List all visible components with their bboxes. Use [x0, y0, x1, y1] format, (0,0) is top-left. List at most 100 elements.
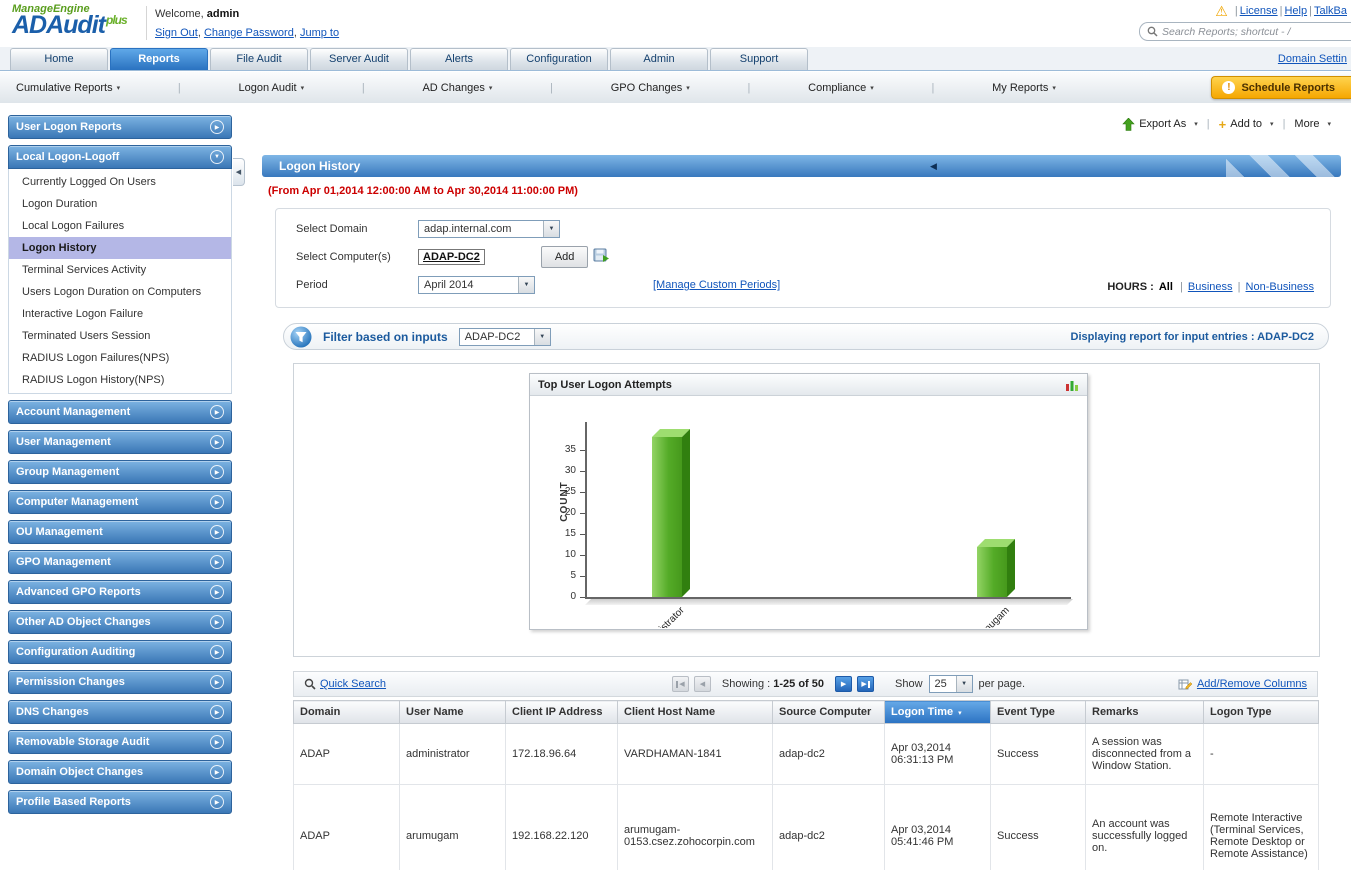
tab-alerts[interactable]: Alerts [410, 48, 508, 70]
next-page-button[interactable]: ▶ [835, 676, 853, 692]
more-button[interactable]: More ▾ [1294, 118, 1331, 130]
column-header-logon-type[interactable]: Logon Type [1203, 700, 1319, 724]
sidebar-section-user-logon-reports[interactable]: User Logon Reports ▶ [8, 115, 232, 139]
sidebar-item-terminated-users-session[interactable]: Terminated Users Session [9, 325, 231, 347]
previous-page-button[interactable]: ◀ [693, 676, 711, 692]
page-size-select[interactable]: 25 ▼ [928, 675, 973, 693]
sidebar-item-logon-history[interactable]: Logon History [9, 237, 231, 259]
sidebar-section-local-logon-logoff[interactable]: Local Logon-Logoff ▼ [8, 145, 232, 169]
domain-select[interactable]: adap.internal.com ▼ [418, 220, 560, 238]
sidebar-section-dns-changes[interactable]: DNS Changes ▶ [8, 700, 232, 724]
page-size-group: Show 25 ▼ per page. [895, 675, 1025, 693]
sidebar-item-users-logon-duration-on-computers[interactable]: Users Logon Duration on Computers [9, 281, 231, 303]
table-cell: ADAP [293, 784, 400, 870]
sidebar-section-permission-changes[interactable]: Permission Changes ▶ [8, 670, 232, 694]
sidebar-section-profile-based-reports[interactable]: Profile Based Reports ▶ [8, 790, 232, 814]
hours-non-business-link[interactable]: Non-Business [1246, 281, 1314, 293]
menu-gpo-changes[interactable]: GPO Changes ▾ [611, 82, 690, 94]
sidebar-item-currently-logged-on-users[interactable]: Currently Logged On Users [9, 171, 231, 193]
divider [146, 6, 147, 40]
column-header-user-name[interactable]: User Name [399, 700, 506, 724]
computers-value[interactable]: ADAP-DC2 [418, 249, 485, 265]
save-icon[interactable] [593, 248, 610, 266]
sidebar-item-radius-logon-history-nps[interactable]: RADIUS Logon History(NPS) [9, 369, 231, 391]
sidebar-item-radius-logon-failures-nps[interactable]: RADIUS Logon Failures(NPS) [9, 347, 231, 369]
link-change-password[interactable]: Change Password [204, 27, 294, 39]
search-box[interactable] [1139, 22, 1351, 41]
collapse-parameters-arrow[interactable]: ◀ [930, 155, 937, 177]
schedule-reports-button[interactable]: ! Schedule Reports [1211, 76, 1351, 99]
sidebar-section-user-management[interactable]: User Management ▶ [8, 430, 232, 454]
sidebar-item-terminal-services-activity[interactable]: Terminal Services Activity [9, 259, 231, 281]
period-select[interactable]: April 2014 ▼ [418, 276, 535, 294]
sidebar-section-configuration-auditing[interactable]: Configuration Auditing ▶ [8, 640, 232, 664]
schedule-icon: ! [1222, 81, 1236, 94]
quick-search[interactable]: Quick Search [304, 678, 519, 690]
menu-ad-changes[interactable]: AD Changes ▾ [422, 82, 492, 94]
divider: | [1206, 118, 1210, 130]
column-header-source-computer[interactable]: Source Computer [772, 700, 885, 724]
sidebar-section-removable-storage-audit[interactable]: Removable Storage Audit ▶ [8, 730, 232, 754]
tab-admin[interactable]: Admin [610, 48, 708, 70]
add-remove-columns[interactable]: Add/Remove Columns [1178, 678, 1307, 691]
y-tick-mark [580, 597, 585, 598]
manage-custom-periods-link[interactable]: [Manage Custom Periods] [653, 279, 780, 291]
export-as-button[interactable]: Export As ▾ [1122, 117, 1198, 131]
link-license[interactable]: License [1240, 5, 1278, 17]
sidebar-collapse-handle[interactable]: ◀ [233, 158, 245, 186]
column-header-domain[interactable]: Domain [293, 700, 400, 724]
link-sign-out[interactable]: Sign Out [155, 27, 198, 39]
sidebar-section-gpo-management[interactable]: GPO Management ▶ [8, 550, 232, 574]
filter-select-value: ADAP-DC2 [464, 330, 521, 343]
link-talkba[interactable]: TalkBa [1314, 5, 1347, 17]
menu-logon-audit[interactable]: Logon Audit ▾ [238, 82, 304, 94]
search-input[interactable] [1162, 25, 1334, 38]
sidebar-section-advanced-gpo-reports[interactable]: Advanced GPO Reports ▶ [8, 580, 232, 604]
column-header-client-host-name[interactable]: Client Host Name [617, 700, 773, 724]
column-header-logon-time[interactable]: Logon Time ▾ [884, 700, 991, 724]
sidebar-section-domain-object-changes[interactable]: Domain Object Changes ▶ [8, 760, 232, 784]
tab-home[interactable]: Home [10, 48, 108, 70]
column-header-client-ip-address[interactable]: Client IP Address [505, 700, 618, 724]
hours-business-link[interactable]: Business [1188, 281, 1233, 293]
table-cell: An account was successfully logged on. [1085, 784, 1204, 870]
chart-bar-administrator[interactable] [652, 437, 682, 597]
chart-bar-arumugam[interactable] [977, 547, 1007, 597]
table-row: ADAP administrator 172.18.96.64 VARDHAMAN-1… [293, 723, 1319, 785]
tab-reports[interactable]: Reports [110, 48, 208, 70]
link-help[interactable]: Help [1284, 5, 1307, 17]
sidebar-section-computer-management[interactable]: Computer Management ▶ [8, 490, 232, 514]
add-computer-button[interactable]: Add [540, 246, 589, 268]
sidebar-item-logon-duration[interactable]: Logon Duration [9, 193, 231, 215]
domain-settings-link[interactable]: Domain Settin [1278, 53, 1347, 65]
app-logo[interactable]: ManageEngine ADAuditplus [12, 3, 128, 38]
page-size-value: 25 [934, 678, 947, 690]
sidebar-section-ou-management[interactable]: OU Management ▶ [8, 520, 232, 544]
menu-my-reports[interactable]: My Reports ▾ [992, 82, 1056, 94]
filter-input-select[interactable]: ADAP-DC2 ▼ [458, 327, 551, 346]
chart-panel: Top User Logon Attempts COUNT 0 5 10 15 20 25… [293, 363, 1320, 657]
sidebar-section-account-management[interactable]: Account Management ▶ [8, 400, 232, 424]
link-jump-to[interactable]: Jump to [300, 27, 339, 39]
quick-search-link[interactable]: Quick Search [320, 678, 386, 690]
column-header-event-type[interactable]: Event Type [990, 700, 1086, 724]
column-header-remarks[interactable]: Remarks [1085, 700, 1204, 724]
menu-cumulative-reports[interactable]: Cumulative Reports ▾ [16, 82, 120, 94]
warning-icon[interactable]: ⚠ [1215, 4, 1228, 18]
tab-support[interactable]: Support [710, 48, 808, 70]
sidebar-section-group-management[interactable]: Group Management ▶ [8, 460, 232, 484]
first-page-button[interactable]: ◀ [671, 676, 689, 692]
menu-compliance[interactable]: Compliance ▾ [808, 82, 874, 94]
sidebar-item-local-logon-failures[interactable]: Local Logon Failures [9, 215, 231, 237]
sidebar-section-other-ad-object-changes[interactable]: Other AD Object Changes ▶ [8, 610, 232, 634]
domain-label: Select Domain [296, 223, 368, 235]
add-to-button[interactable]: + Add to ▾ [1219, 118, 1274, 131]
tab-file-audit[interactable]: File Audit [210, 48, 308, 70]
tab-configuration[interactable]: Configuration [510, 48, 608, 70]
sidebar-item-interactive-logon-failure[interactable]: Interactive Logon Failure [9, 303, 231, 325]
hours-all[interactable]: All [1159, 281, 1173, 293]
tab-server-audit[interactable]: Server Audit [310, 48, 408, 70]
add-remove-columns-link[interactable]: Add/Remove Columns [1197, 678, 1307, 690]
last-page-button[interactable]: ▶ [857, 676, 875, 692]
chart-type-icon[interactable] [1065, 379, 1079, 391]
